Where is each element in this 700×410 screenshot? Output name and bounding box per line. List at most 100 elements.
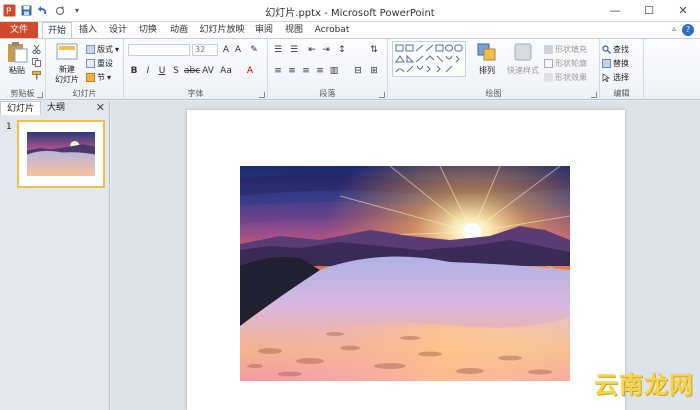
decrease-indent-icon[interactable]: ⇤ xyxy=(306,44,318,56)
quick-styles-label: 快速样式 xyxy=(507,66,539,75)
shadow-icon[interactable]: S xyxy=(170,65,182,77)
slide-number: 1 xyxy=(6,122,12,132)
line-spacing-icon[interactable]: ↕ xyxy=(336,44,348,56)
slide-canvas[interactable] xyxy=(187,110,625,410)
maximize-button[interactable]: ☐ xyxy=(632,0,666,20)
drawing-launcher-icon[interactable] xyxy=(591,92,597,98)
replace-label: 替换 xyxy=(613,58,629,68)
layout-button[interactable]: 版式 ▾ xyxy=(86,43,119,55)
bullets-icon[interactable]: ☰ xyxy=(272,44,284,56)
align-right-icon[interactable]: ≡ xyxy=(300,65,312,77)
thumbnail-image xyxy=(27,132,95,176)
minimize-button[interactable]: — xyxy=(598,0,632,20)
shape-fill-button[interactable]: 形状填充 xyxy=(544,43,587,55)
arrange-icon xyxy=(475,41,499,63)
clipboard-launcher-icon[interactable] xyxy=(37,92,43,98)
font-group: 32 A A ✎ B I U S abc AV Aa A 字体 xyxy=(124,39,268,100)
slides-group: 新建 幻灯片 版式 ▾ 重设 节 ▾ 幻灯片 xyxy=(46,39,124,100)
reset-icon xyxy=(86,58,95,68)
paste-label: 粘贴 xyxy=(9,66,25,75)
tab-animations[interactable]: 动画 xyxy=(164,22,194,38)
panel-tab-outline[interactable]: 大纲 xyxy=(41,101,71,115)
drawing-group: 排列 快速样式 形状填充 形状轮廓 形状效果 绘图 xyxy=(388,39,600,100)
shrink-font-icon[interactable]: A xyxy=(232,44,244,56)
bold-icon[interactable]: B xyxy=(128,65,140,77)
sunset-snow-picture[interactable] xyxy=(240,166,570,381)
underline-icon[interactable]: U xyxy=(156,65,168,77)
new-slide-button[interactable]: 新建 幻灯片 xyxy=(52,41,82,85)
clear-formatting-icon[interactable]: ✎ xyxy=(248,44,260,56)
char-spacing-icon[interactable]: AV xyxy=(202,65,214,77)
shape-effects-button[interactable]: 形状效果 xyxy=(544,71,587,83)
justify-icon[interactable]: ≡ xyxy=(314,65,326,77)
shape-outline-button[interactable]: 形状轮廓 xyxy=(544,57,587,69)
title-bar: P ▾ 幻灯片.pptx - Microsoft PowerPoint — ☐ … xyxy=(0,0,700,22)
tab-review[interactable]: 审阅 xyxy=(250,22,278,38)
font-size-combobox[interactable]: 32 xyxy=(192,44,218,56)
reset-label: 重设 xyxy=(97,58,113,68)
arrange-label: 排列 xyxy=(479,66,495,75)
help-icon[interactable]: ? xyxy=(682,24,694,36)
smartart-icon[interactable]: ⊞ xyxy=(368,65,380,77)
replace-button[interactable]: 替换 xyxy=(602,57,629,69)
tab-slideshow[interactable]: 幻灯片放映 xyxy=(196,22,248,38)
font-name-combobox[interactable] xyxy=(128,44,190,56)
panel-tabs: 幻灯片 大纲 xyxy=(0,101,110,115)
format-painter-icon[interactable] xyxy=(32,69,41,81)
shape-outline-icon xyxy=(544,58,553,68)
quick-styles-button[interactable]: 快速样式 xyxy=(504,41,542,76)
cut-icon[interactable] xyxy=(32,43,41,55)
shape-effects-label: 形状效果 xyxy=(555,72,587,82)
slides-panel: 幻灯片 大纲 ✕ 1 xyxy=(0,101,110,410)
editing-group-label: 编辑 xyxy=(613,89,630,98)
increase-indent-icon[interactable]: ⇥ xyxy=(320,44,332,56)
arrange-button[interactable]: 排列 xyxy=(472,41,502,76)
paragraph-launcher-icon[interactable] xyxy=(379,92,385,98)
font-launcher-icon[interactable] xyxy=(259,92,265,98)
numbering-icon[interactable]: ☰ xyxy=(288,44,300,56)
shape-fill-label: 形状填充 xyxy=(555,44,587,54)
new-slide-icon xyxy=(55,41,79,63)
select-label: 选择 xyxy=(613,72,629,82)
tab-file[interactable]: 文件 xyxy=(0,22,38,38)
ribbon: 粘贴 剪贴板 新建 幻灯片 版式 ▾ 重设 节 ▾ 幻灯片 32 A A ✎ B I… xyxy=(0,38,700,100)
tab-insert[interactable]: 插入 xyxy=(74,22,102,38)
section-button[interactable]: 节 ▾ xyxy=(86,71,111,83)
close-button[interactable]: ✕ xyxy=(666,0,700,20)
align-center-icon[interactable]: ≡ xyxy=(286,65,298,77)
select-icon xyxy=(602,72,611,83)
tab-transitions[interactable]: 切换 xyxy=(134,22,162,38)
copy-icon[interactable] xyxy=(32,56,41,68)
grow-font-icon[interactable]: A xyxy=(220,44,232,56)
change-case-icon[interactable]: Aa xyxy=(220,65,232,77)
tab-home[interactable]: 开始 xyxy=(42,22,72,38)
tab-acrobat[interactable]: Acrobat xyxy=(310,22,354,38)
shape-fill-icon xyxy=(544,44,553,54)
paste-icon xyxy=(5,41,29,63)
tab-design[interactable]: 设计 xyxy=(104,22,132,38)
font-color-icon[interactable]: A xyxy=(244,65,256,77)
clipboard-group: 粘贴 剪贴板 xyxy=(0,39,46,100)
shapes-gallery[interactable] xyxy=(392,41,466,77)
panel-tab-slides[interactable]: 幻灯片 xyxy=(0,101,42,115)
paste-button[interactable]: 粘贴 xyxy=(2,41,32,76)
section-icon xyxy=(86,72,95,82)
select-button[interactable]: 选择 xyxy=(602,71,629,83)
new-slide-label: 新建 幻灯片 xyxy=(55,65,79,84)
align-text-icon[interactable]: ⊟ xyxy=(352,65,364,77)
text-direction-icon[interactable]: ⇅ xyxy=(368,44,380,56)
minimize-ribbon-icon[interactable]: ▵ xyxy=(672,24,676,33)
strikethrough-icon[interactable]: abc xyxy=(184,65,200,77)
columns-icon[interactable]: ▥ xyxy=(328,65,340,77)
find-button[interactable]: 查找 xyxy=(602,43,629,55)
tab-view[interactable]: 视图 xyxy=(280,22,308,38)
shapes-gallery-icons xyxy=(395,44,463,73)
slide-thumbnail[interactable] xyxy=(17,120,105,188)
font-group-label: 字体 xyxy=(187,89,204,98)
italic-icon[interactable]: I xyxy=(142,65,154,77)
align-left-icon[interactable]: ≡ xyxy=(272,65,284,77)
panel-close-icon[interactable]: ✕ xyxy=(96,101,105,115)
window-controls: — ☐ ✕ xyxy=(598,0,700,20)
window-title: 幻灯片.pptx - Microsoft PowerPoint xyxy=(265,8,435,19)
reset-button[interactable]: 重设 xyxy=(86,57,113,69)
